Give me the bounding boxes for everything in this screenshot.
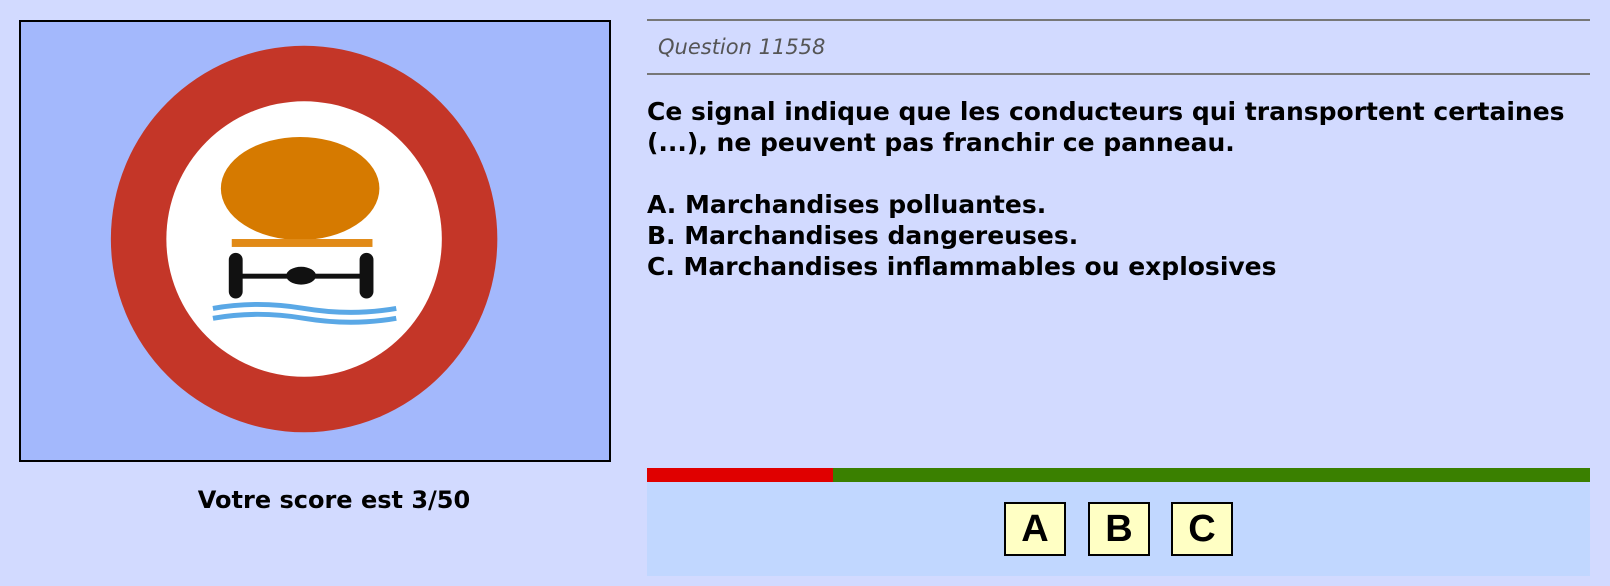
answer-option-b: B. Marchandises dangereuses. — [647, 221, 1079, 250]
answer-list: A. Marchandises polluantes. B. Marchandi… — [647, 189, 1590, 282]
question-number: Question 11558 — [647, 19, 1590, 75]
score-text: Votre score est 3/50 — [197, 486, 471, 514]
quiz-page: Votre score est 3/50 Question 11558 Ce s… — [0, 0, 1610, 586]
question-body: Ce signal indique que les conducteurs qu… — [647, 96, 1590, 282]
answer-b-button[interactable]: B — [1088, 502, 1150, 556]
answer-a-button[interactable]: A — [1004, 502, 1066, 556]
question-text: Ce signal indique que les conducteurs qu… — [647, 97, 1565, 157]
road-sign-image — [19, 20, 611, 462]
answer-option-a: A. Marchandises polluantes. — [647, 190, 1047, 219]
answer-option-c: C. Marchandises inflammables ou explosiv… — [647, 252, 1277, 281]
progress-fill-wrong — [647, 468, 833, 482]
answer-c-button[interactable]: C — [1171, 502, 1233, 556]
no-polluting-goods-sign-icon — [21, 22, 609, 460]
answer-button-bar: A B C — [647, 482, 1590, 576]
score-progress-bar — [647, 468, 1590, 482]
